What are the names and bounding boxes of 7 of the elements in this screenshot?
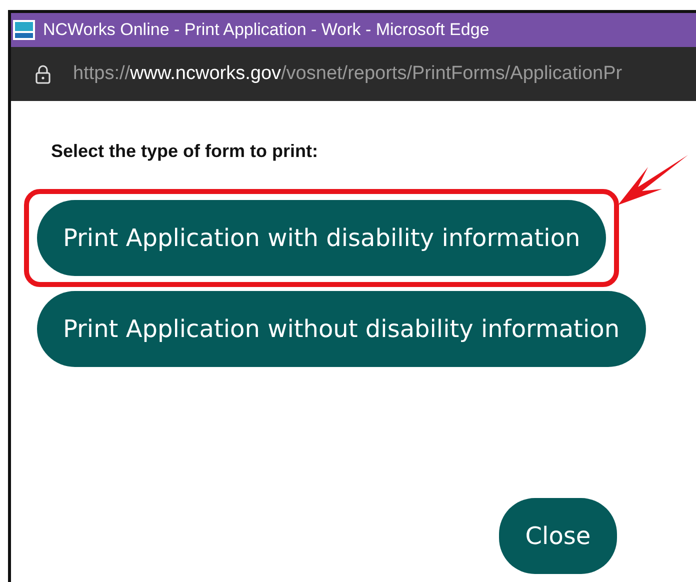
print-option-button[interactable]: Print Application with disability information <box>37 200 606 276</box>
window-title: NCWorks Online - Print Application - Work - Microsoft Edge <box>43 20 490 40</box>
site-logo-icon <box>13 20 35 40</box>
close-button[interactable]: Close <box>499 498 617 574</box>
lock-icon <box>35 64 51 84</box>
prompt-text: Select the type of form to print: <box>51 141 318 162</box>
print-option-button[interactable]: Print Application without disability information <box>37 291 646 367</box>
